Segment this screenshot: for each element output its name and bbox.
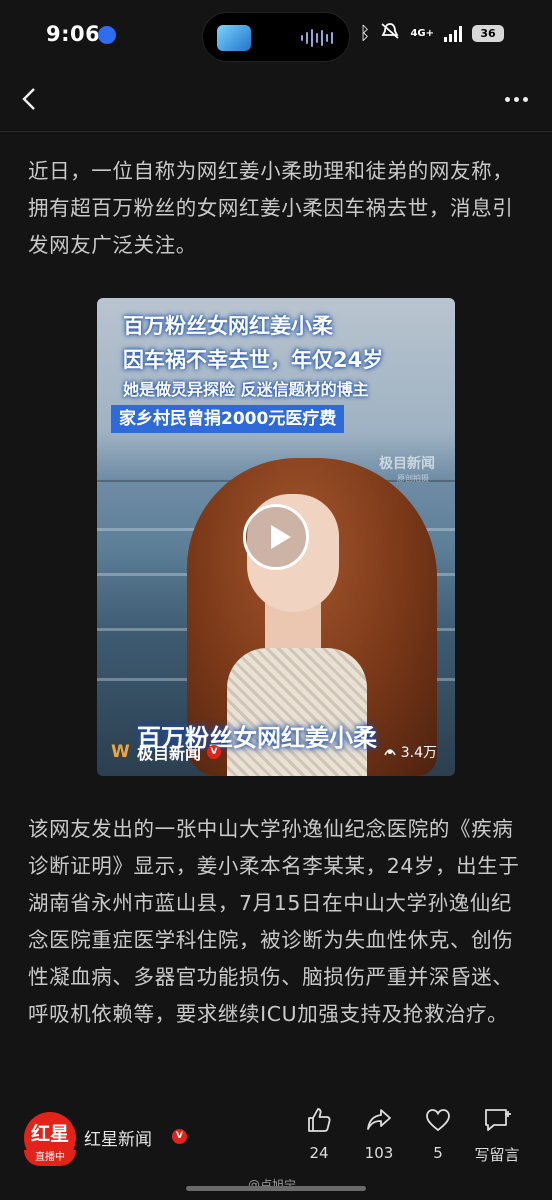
play-icon[interactable] xyxy=(243,504,309,570)
video-headline: 百万粉丝女网红姜小柔 xyxy=(123,314,333,338)
video-source: W 极目新闻 V xyxy=(111,740,222,764)
audio-wave-icon xyxy=(301,29,333,47)
like-button[interactable]: 24 xyxy=(289,1106,349,1162)
verified-icon: V xyxy=(172,1129,187,1144)
nav-bar xyxy=(0,70,552,132)
views-value: 3.4万 xyxy=(400,745,437,761)
bluetooth-icon: ᛒ xyxy=(359,23,371,44)
article-paragraph: 该网友发出的一张中山大学孙逸仙纪念医院的《疾病诊断证明》显示，姜小柔本名李某某，… xyxy=(28,817,520,1026)
verified-icon: V xyxy=(207,745,222,759)
now-playing-thumbnail xyxy=(217,25,251,51)
comment-label: 写留言 xyxy=(474,1146,520,1164)
home-indicator[interactable] xyxy=(186,1186,366,1191)
comment-add-icon xyxy=(485,1109,511,1131)
status-bar: 9:06 ᛒ 4G+ 36 xyxy=(0,0,552,70)
status-time: 9:06 xyxy=(46,22,101,46)
video-headline-banner: 家乡村民曾捐2000元医疗费 xyxy=(111,405,345,433)
channel-name[interactable]: 红星新闻 xyxy=(84,1125,152,1150)
share-count: 103 xyxy=(364,1144,394,1162)
thumbs-up-icon xyxy=(308,1108,331,1132)
dynamic-island[interactable] xyxy=(202,12,350,62)
video-card[interactable]: 百万粉丝女网红姜小柔 因车祸不幸去世，年仅24岁 她是做灵异探险 反迷信题材的博… xyxy=(97,298,455,776)
status-icons: ᛒ 4G+ 36 xyxy=(360,22,504,45)
more-dots-icon[interactable] xyxy=(505,97,528,102)
heart-icon xyxy=(426,1109,450,1132)
view-count: 3.4万 xyxy=(383,742,437,762)
video-watermark-sub: 原创拍摄 xyxy=(397,474,429,483)
battery-icon: 36 xyxy=(472,25,504,42)
video-headline: 因车祸不幸去世，年仅24岁 xyxy=(123,348,384,372)
share-button[interactable]: 103 xyxy=(349,1106,409,1162)
favorite-count: 5 xyxy=(433,1144,443,1162)
like-count: 24 xyxy=(309,1144,329,1162)
live-badge: 直播中 xyxy=(24,1150,76,1166)
favorite-button[interactable]: 5 xyxy=(408,1106,468,1162)
video-watermark: 极目新闻 xyxy=(379,456,435,472)
source-logo-icon: W xyxy=(111,742,130,762)
source-name: 极目新闻 xyxy=(137,744,202,763)
comment-button[interactable]: 写留言 xyxy=(467,1106,527,1165)
video-subheadline: 她是做灵异探险 反迷信题材的博主 xyxy=(123,380,369,399)
share-icon xyxy=(367,1109,391,1130)
article-paragraph: 近日，一位自称为网红姜小柔助理和徒弟的网友称，拥有超百万粉丝的女网红姜小柔因车祸… xyxy=(28,159,514,257)
views-icon xyxy=(383,743,397,761)
signal-icon xyxy=(444,25,462,42)
mute-icon xyxy=(380,22,400,45)
location-app-icon xyxy=(98,26,116,44)
network-type: 4G+ xyxy=(410,27,434,39)
back-arrow-icon[interactable] xyxy=(16,84,46,114)
